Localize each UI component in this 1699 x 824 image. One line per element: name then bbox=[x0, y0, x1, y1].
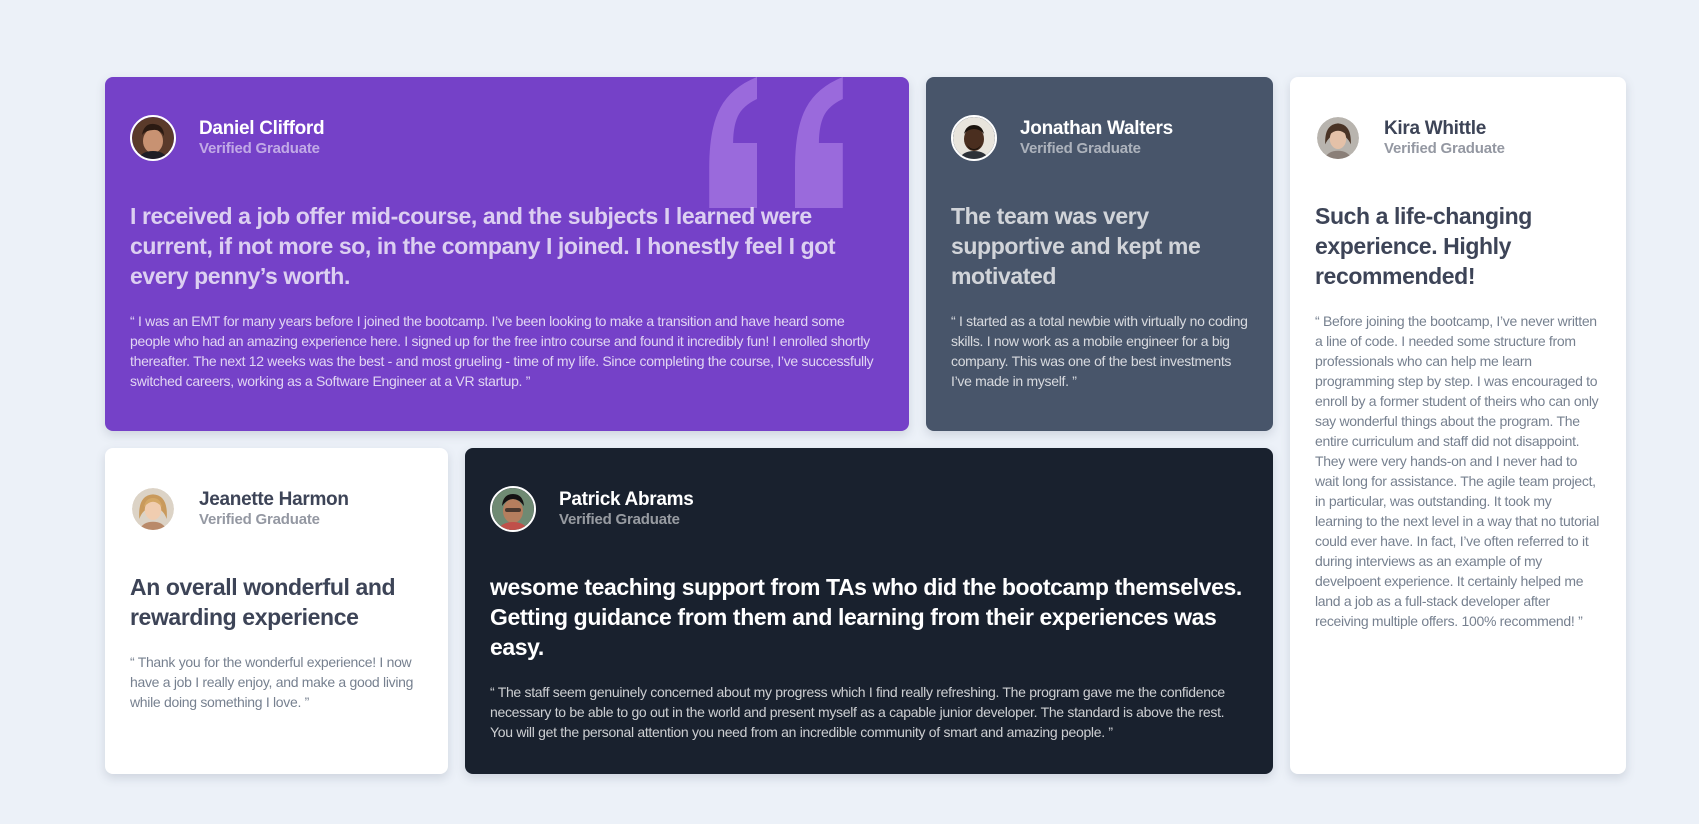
testimonial-card-patrick: Patrick Abrams Verified Graduate wesome … bbox=[465, 448, 1273, 774]
author-role: Verified Graduate bbox=[1384, 140, 1505, 157]
author-header: Jonathan Walters Verified Graduate bbox=[951, 115, 1248, 161]
author-role: Verified Graduate bbox=[199, 140, 320, 157]
testimonial-headline: The team was very supportive and kept me… bbox=[951, 203, 1201, 289]
avatar-jeanette-icon bbox=[132, 488, 174, 530]
testimonials-grid: Daniel Clifford Verified Graduate I rece… bbox=[105, 77, 1626, 774]
testimonial-headline: I received a job offer mid-course, and t… bbox=[130, 203, 836, 289]
author-role: Verified Graduate bbox=[199, 511, 320, 528]
testimonial-card-jeanette: Jeanette Harmon Verified Graduate An ove… bbox=[105, 448, 448, 774]
testimonial-card-daniel: Daniel Clifford Verified Graduate I rece… bbox=[105, 77, 909, 431]
avatar bbox=[951, 115, 997, 161]
author-name: Jeanette Harmon bbox=[199, 489, 349, 510]
testimonial-card-jonathan: Jonathan Walters Verified Graduate The t… bbox=[926, 77, 1273, 431]
testimonial-body: “ Before joining the bootcamp, I’ve neve… bbox=[1315, 313, 1600, 629]
author-header: Patrick Abrams Verified Graduate bbox=[490, 486, 1248, 532]
avatar bbox=[130, 115, 176, 161]
testimonial-headline: Such a life-changing experience. Highly … bbox=[1315, 203, 1532, 289]
testimonial-body: “ I was an EMT for many years before I j… bbox=[130, 313, 874, 389]
avatar-jonathan-icon bbox=[953, 117, 995, 159]
avatar bbox=[1315, 115, 1361, 161]
author-name: Daniel Clifford bbox=[199, 118, 325, 139]
testimonial-body: “ The staff seem genuinely concerned abo… bbox=[490, 684, 1225, 740]
testimonial-body: “ Thank you for the wonderful experience… bbox=[130, 654, 414, 710]
avatar-patrick-icon bbox=[492, 488, 534, 530]
author-role: Verified Graduate bbox=[559, 511, 680, 528]
author-name: Patrick Abrams bbox=[559, 489, 694, 510]
author-header: Daniel Clifford Verified Graduate bbox=[130, 115, 884, 161]
author-name: Jonathan Walters bbox=[1020, 118, 1173, 139]
author-name: Kira Whittle bbox=[1384, 118, 1486, 139]
author-header: Jeanette Harmon Verified Graduate bbox=[130, 486, 423, 532]
avatar-daniel-icon bbox=[132, 117, 174, 159]
author-header: Kira Whittle Verified Graduate bbox=[1315, 115, 1601, 161]
avatar bbox=[490, 486, 536, 532]
author-role: Verified Graduate bbox=[1020, 140, 1141, 157]
avatar bbox=[130, 486, 176, 532]
testimonial-headline: wesome teaching support from TAs who did… bbox=[490, 574, 1242, 660]
testimonial-headline: An overall wonderful and rewarding exper… bbox=[130, 574, 396, 630]
avatar-kira-icon bbox=[1317, 117, 1359, 159]
testimonial-card-kira: Kira Whittle Verified Graduate Such a li… bbox=[1290, 77, 1626, 774]
testimonial-body: “ I started as a total newbie with virtu… bbox=[951, 313, 1248, 389]
